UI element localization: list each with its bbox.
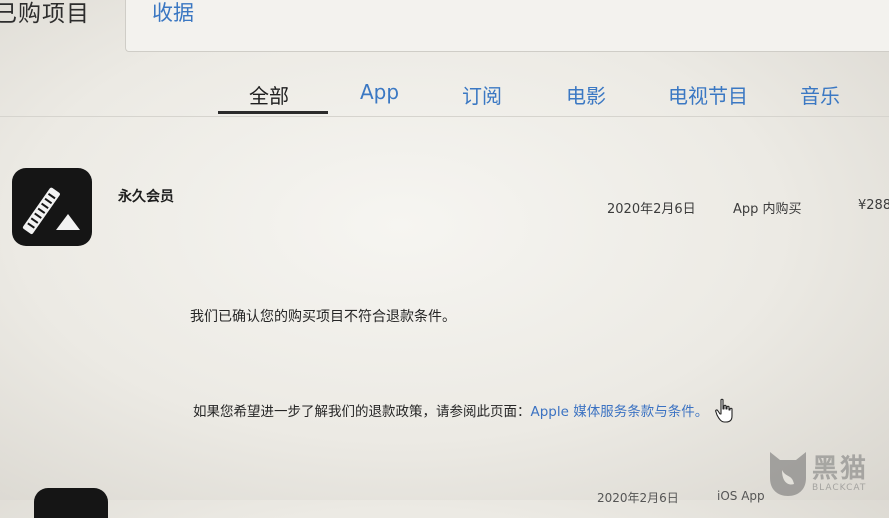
refund-policy-text: 如果您希望进一步了解我们的退款政策，请参阅此页面： <box>193 404 531 420</box>
tabs-divider <box>0 116 889 117</box>
search-input[interactable]: 收据 <box>125 0 889 52</box>
tab-all[interactable]: 全部 <box>249 80 289 109</box>
purchase-item-name: 永久会员 <box>118 189 174 205</box>
purchase-price: ¥288 <box>858 198 889 213</box>
next-purchase-date: 2020年2月6日 <box>597 491 679 505</box>
watermark-text: 黑猫 <box>812 454 869 484</box>
tab-movies[interactable]: 电影 <box>566 80 606 109</box>
refund-denied-message: 我们已确认您的购买项目不符合退款条件。 <box>190 309 456 325</box>
tab-subscriptions[interactable]: 订阅 <box>462 80 502 109</box>
tab-tv-shows[interactable]: 电视节目 <box>668 80 748 109</box>
app-icon[interactable] <box>12 168 92 246</box>
search-value: 收据 <box>152 1 194 25</box>
next-app-icon[interactable] <box>34 488 108 518</box>
watermark: 黑猫 BLACKCAT <box>768 448 889 500</box>
purchase-type: App 内购买 <box>733 202 802 217</box>
watermark-subtext: BLACKCAT <box>812 483 867 493</box>
next-purchase-type: iOS App <box>717 489 765 503</box>
tab-music[interactable]: 音乐 <box>800 80 840 109</box>
refund-policy-message: 如果您希望进一步了解我们的退款政策，请参阅此页面：Apple 媒体服务条款与条件… <box>193 400 708 420</box>
black-cat-logo-icon <box>770 452 806 496</box>
page-title: 已购项目 <box>0 1 90 27</box>
app-logo-glyph <box>22 187 80 234</box>
terms-link[interactable]: Apple 媒体服务条款与条件。 <box>531 404 709 420</box>
active-tab-indicator <box>218 111 328 114</box>
purchase-date: 2020年2月6日 <box>607 202 696 217</box>
cursor-hand-icon <box>715 398 733 423</box>
tab-app[interactable]: App <box>360 80 399 104</box>
